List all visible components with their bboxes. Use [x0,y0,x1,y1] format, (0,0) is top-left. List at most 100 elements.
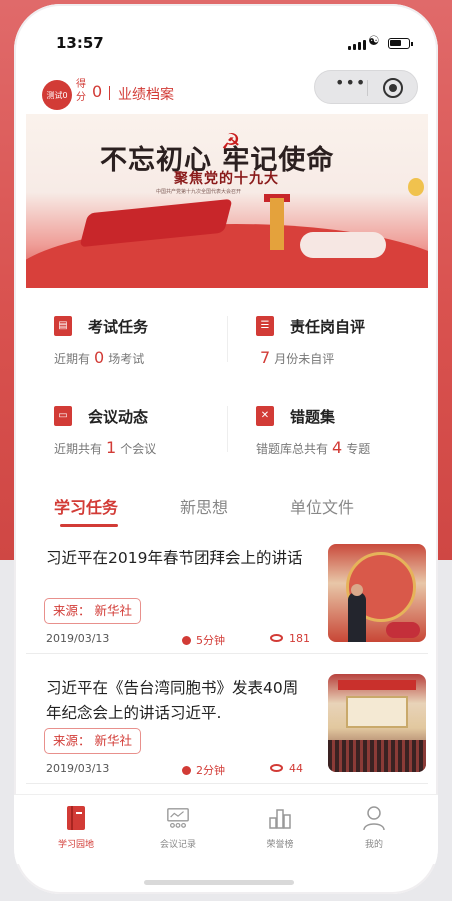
status-time: 13:57 [56,34,104,52]
meeting-board-icon [166,805,190,831]
exam-icon: ▤ [54,316,72,336]
status-bar: 13:57 ☯ [14,4,438,64]
card-value: 0 [94,348,105,367]
tabbar-label: 会议记录 [159,840,196,850]
thumbnail-speaker-head [351,584,363,596]
self-review-icon: ☰ [256,316,274,336]
bottom-tab-bar: 学习园地 会议记录 荣誉榜 我的 [14,794,438,864]
card-row-2: ▭ 会议动态 近期共有 1 个会议 ✕ 错题集 错题库总共有 4 专题 [26,390,428,468]
tabbar-meeting-records[interactable]: 会议记录 [138,805,218,850]
meeting-icon: ▭ [54,406,72,426]
card-wrong-questions[interactable]: ✕ 错题集 错题库总共有 4 专题 [228,390,428,468]
wifi-icon: ☯ [368,34,380,49]
user-icon [362,805,386,831]
tabbar-honor-roll[interactable]: 荣誉榜 [240,805,320,850]
tabbar-study-garden[interactable]: 学习园地 [36,805,116,850]
card-subtitle: 错题库总共有 4 专题 [256,438,370,457]
card-title: 责任岗自评 [290,318,366,336]
article-title: 习近平在《告台湾同胞书》发表40周年纪念会上的讲话习近平. [46,679,299,722]
card-exam-task[interactable]: ▤ 考试任务 近期有 0 场考试 [26,300,226,378]
card-title: 考试任务 [88,318,149,336]
article-views: 181 [270,632,310,645]
avatar[interactable]: 测试0 [42,80,72,110]
home-indicator[interactable] [144,880,294,885]
close-miniprogram-icon[interactable] [383,78,403,98]
card-suffix: 个会议 [120,442,157,456]
book-icon [64,805,88,831]
nav-divider [109,86,110,100]
banner-image[interactable]: 不忘初心 牢记使命 ☭ 聚焦党的十九大 中国共产党第十九次全国代表大会召开 [26,114,428,288]
banner-tower [270,198,284,250]
score-label: 得分 [76,79,86,103]
card-self-review[interactable]: ☰ 责任岗自评 7 月份未自评 [228,300,428,378]
score-value: 0 [92,82,103,101]
card-value: 7 [260,348,271,367]
source-tag: 来源： 新华社 [44,728,141,754]
list-item[interactable]: 习近平在《告台湾同胞书》发表40周年纪念会上的讲话习近平. 来源： 新华社 20… [26,664,428,784]
thumbnail-banner [338,680,416,690]
banner-subtitle: 聚焦党的十九大 [174,171,279,187]
tabbar-profile[interactable]: 我的 [334,805,414,850]
thumbnail-audience [328,740,426,772]
source-tag: 来源： 新华社 [44,598,141,624]
card-suffix: 场考试 [108,352,145,366]
miniprogram-capsule: ••• [314,70,418,104]
tab-unit-documents[interactable]: 单位文件 [290,494,354,518]
lantern-icon [408,178,424,196]
card-row-1: ▤ 考试任务 近期有 0 场考试 ☰ 责任岗自评 7 月份未自评 [26,300,428,378]
content-tabs: 学习任务 新思想 单位文件 [26,484,428,530]
battery-icon [388,38,413,49]
card-subtitle: 近期有 0 场考试 [54,348,144,367]
clock-icon [182,636,191,645]
wrong-questions-icon: ✕ [256,406,274,426]
card-value: 4 [332,438,343,457]
party-emblem-icon: ☭ [221,130,241,155]
article-thumbnail [328,544,426,642]
nav-bar: 测试0 得分 0 业绩档案 ••• [14,66,438,114]
signal-icon [348,40,366,50]
tabbar-label: 我的 [364,840,383,850]
views-count: 181 [289,632,310,645]
clock-icon [182,766,191,775]
capsule-divider [367,80,368,96]
article-date: 2019/03/13 [46,632,110,645]
thumbnail-speaker [348,592,366,642]
card-subtitle: 7 月份未自评 [256,348,334,367]
views-count: 44 [289,762,303,775]
card-suffix: 月份未自评 [274,352,335,366]
card-subtitle: 近期共有 1 个会议 [54,438,156,457]
article-date: 2019/03/13 [46,762,110,775]
tab-study-tasks[interactable]: 学习任务 [54,494,118,518]
phone-frame: 13:57 ☯ 测试0 得分 0 业绩档案 ••• 不忘初心 牢记使命 ☭ 聚焦… [14,4,438,894]
app-screen: 13:57 ☯ 测试0 得分 0 业绩档案 ••• 不忘初心 牢记使命 ☭ 聚焦… [0,0,452,901]
tab-new-thought[interactable]: 新思想 [180,494,228,518]
podium-icon [268,805,292,831]
duration-text: 2分钟 [196,764,225,777]
article-duration: 2分钟 [182,762,225,778]
card-prefix: 错题库总共有 [256,442,329,456]
card-title: 会议动态 [88,408,149,426]
list-item[interactable]: 习近平在2019年春节团拜会上的讲话 来源： 新华社 2019/03/13 5分… [26,534,428,654]
more-icon[interactable]: ••• [335,73,366,92]
active-tab-indicator [60,524,118,527]
card-suffix: 专题 [346,442,371,456]
duration-text: 5分钟 [196,634,225,647]
banner-cloud [300,232,386,258]
performance-archive-link[interactable]: 业绩档案 [118,84,174,104]
thumbnail-stage [346,696,408,728]
article-views: 44 [270,762,303,775]
card-prefix: 近期有 [54,352,91,366]
banner-small-text: 中国共产党第十九次全国代表大会召开 [156,189,242,195]
card-meeting-updates[interactable]: ▭ 会议动态 近期共有 1 个会议 [26,390,226,468]
eye-icon [270,634,283,642]
tabbar-label: 荣誉榜 [266,840,294,850]
tabbar-label: 学习园地 [57,840,94,850]
card-prefix: 近期共有 [54,442,103,456]
article-thumbnail [328,674,426,772]
article-title: 习近平在2019年春节团拜会上的讲话 [46,549,303,567]
thumbnail-flowers [386,622,420,638]
card-title: 错题集 [290,408,336,426]
eye-icon [270,764,283,772]
card-value: 1 [106,438,117,457]
article-duration: 5分钟 [182,632,225,648]
